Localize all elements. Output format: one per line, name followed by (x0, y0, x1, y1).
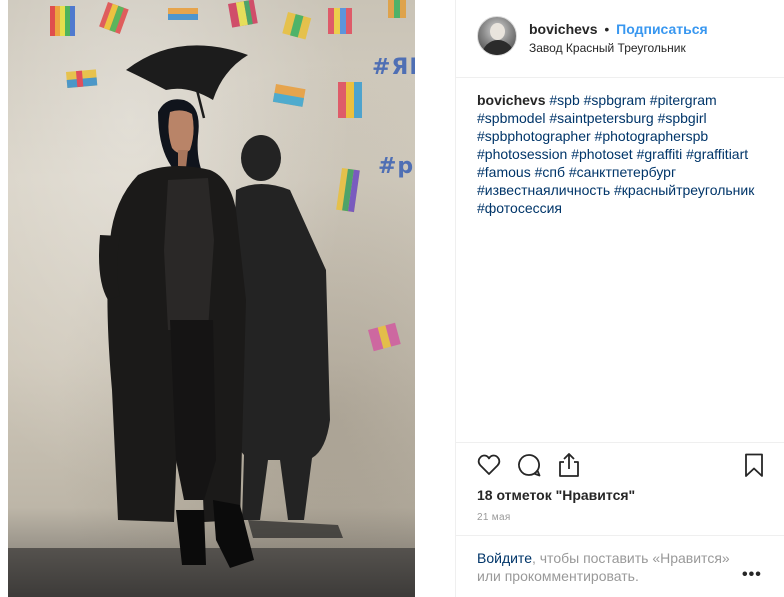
hashtag-link[interactable]: #photoset (571, 146, 633, 162)
likes-count[interactable]: 18 отметок "Нравится" (477, 487, 635, 503)
header-username-link[interactable]: bovichevs (529, 21, 597, 37)
photo-frame: #ЯВ #ро (8, 0, 415, 597)
hashtag-link[interactable]: #spbmodel (477, 110, 546, 126)
hashtag-link[interactable]: #spb (549, 92, 579, 108)
post-photo[interactable]: #ЯВ #ро (0, 0, 455, 597)
graffiti-hashtag-text: #ро (378, 154, 415, 179)
more-options-button[interactable]: ••• (742, 566, 762, 584)
share-upload-icon (559, 453, 579, 477)
avatar[interactable] (477, 16, 517, 56)
hashtag-link[interactable]: #spbgram (584, 92, 646, 108)
model-figure (99, 99, 254, 568)
save-button[interactable] (741, 452, 767, 478)
hashtag-link[interactable]: #famous (477, 164, 531, 180)
follow-button[interactable]: Подписаться (616, 21, 708, 37)
location-link[interactable]: Завод Красный Треугольник (529, 41, 686, 55)
instagram-post: #ЯВ #ро bovichevs • Подписаться Завод Кр… (0, 0, 784, 597)
hashtag-link[interactable]: #spbphotographer (477, 128, 591, 144)
divider (456, 442, 784, 443)
hashtag-link[interactable]: #graffitiart (686, 146, 748, 162)
hashtag-link[interactable]: #photosession (477, 146, 567, 162)
like-button[interactable] (476, 452, 502, 478)
graffiti-hashtag-text: #ЯВ (372, 55, 415, 80)
post-date: 21 мая (477, 512, 511, 523)
stencil-man-graffiti (228, 135, 343, 538)
rainbow-figure-graffiti (50, 6, 75, 36)
separator-dot: • (604, 21, 610, 37)
speech-bubble-icon (518, 454, 541, 477)
caption-hashtags: #spb #spbgram #pitergram #spbmodel #sain… (477, 92, 754, 216)
hashtag-link[interactable]: #graffiti (637, 146, 683, 162)
hashtag-link[interactable]: #spbgirl (658, 110, 707, 126)
login-link[interactable]: Войдите (477, 550, 532, 566)
photo-illustration (50, 0, 406, 568)
caption-username-link[interactable]: bovichevs (477, 92, 545, 108)
hashtag-link[interactable]: #известнаяличность (477, 182, 610, 198)
hashtag-link[interactable]: #pitergram (650, 92, 717, 108)
comment-button[interactable] (516, 452, 542, 478)
hashtag-link[interactable]: #санктпетербург (569, 164, 676, 180)
hashtag-link[interactable]: #photographerspb (595, 128, 709, 144)
bookmark-icon (745, 453, 763, 477)
hashtag-link[interactable]: #красныйтреугольник (614, 182, 754, 198)
share-button[interactable] (556, 452, 582, 478)
post-header: bovichevs • Подписаться Завод Красный Тр… (456, 0, 784, 78)
hashtag-link[interactable]: #фотосессия (477, 200, 562, 216)
hashtag-link[interactable]: #saintpetersburg (549, 110, 653, 126)
login-prompt: Войдите, чтобы поставить «Нравится» или … (477, 549, 747, 585)
heart-outline-icon (477, 454, 501, 475)
post-caption: bovichevs #spb #spbgram #pitergram #spbm… (477, 91, 773, 217)
post-details-panel: bovichevs • Подписаться Завод Красный Тр… (456, 0, 784, 597)
header-username-row: bovichevs • Подписаться (529, 21, 708, 37)
divider (456, 535, 784, 536)
hashtag-link[interactable]: #спб (535, 164, 565, 180)
